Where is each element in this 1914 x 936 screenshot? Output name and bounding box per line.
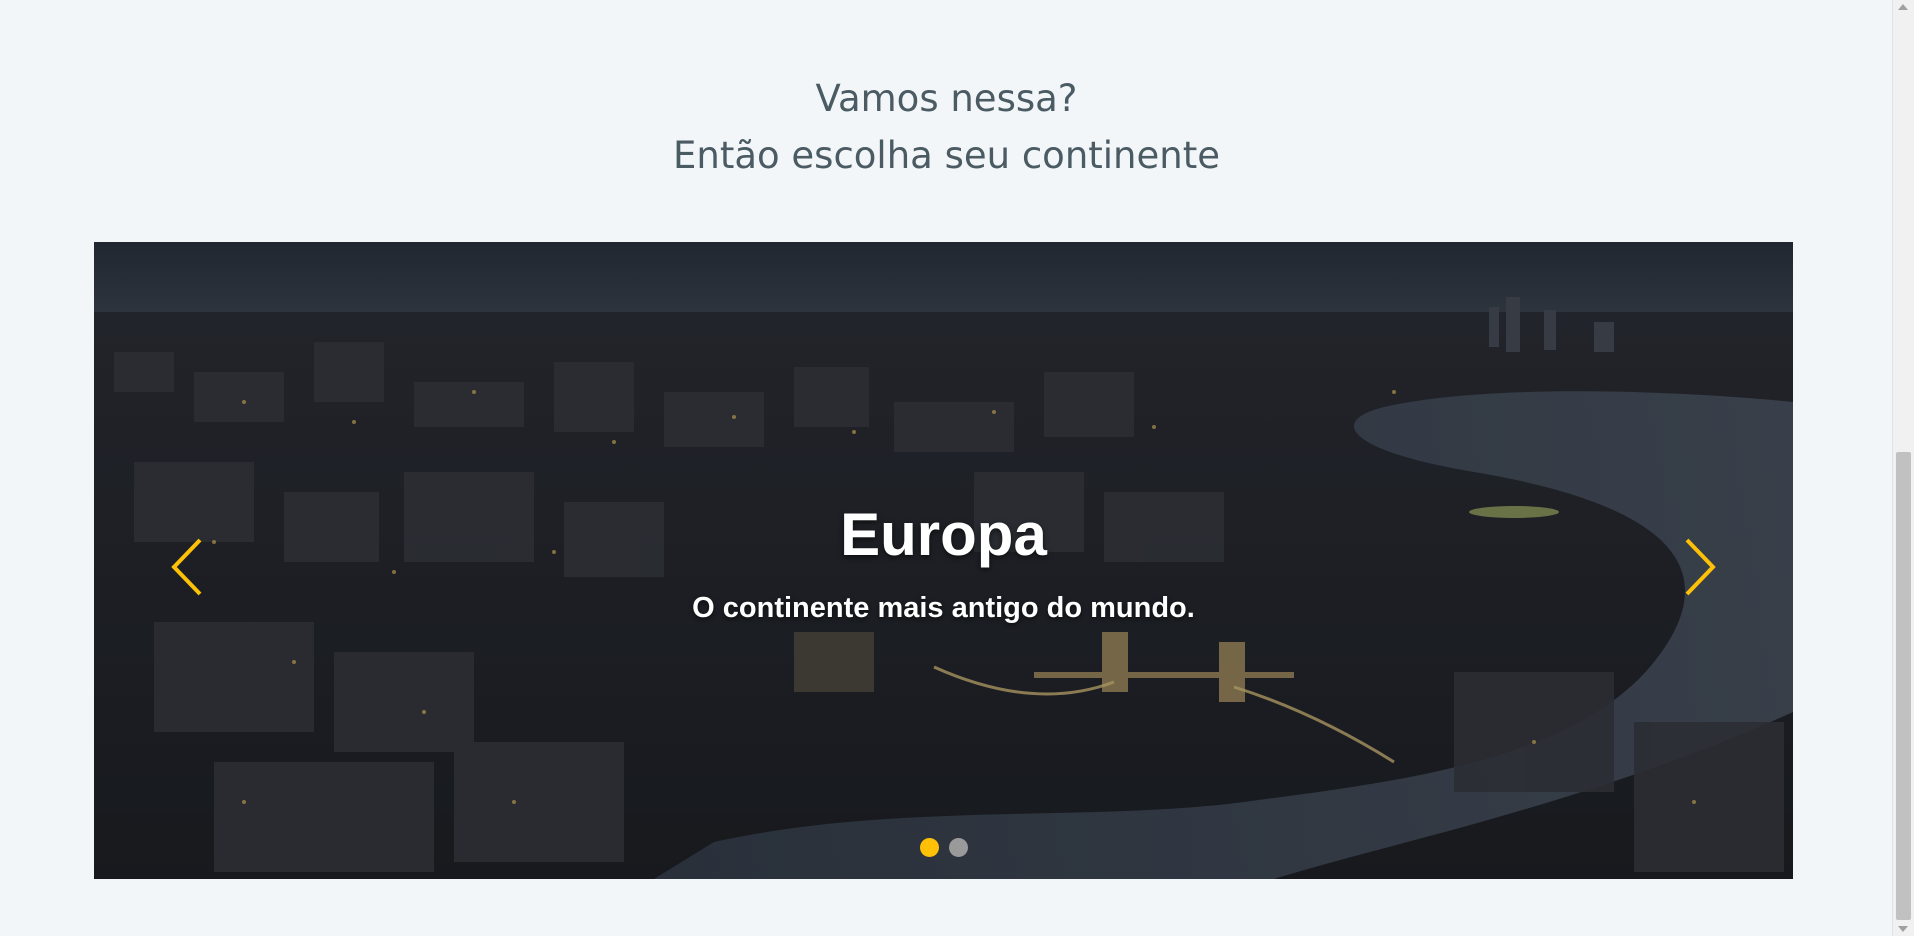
- carousel-next-button[interactable]: [1673, 532, 1723, 602]
- slide-title: Europa: [840, 501, 1047, 568]
- slide-subtitle: O continente mais antigo do mundo.: [692, 592, 1195, 624]
- carousel-indicators: [94, 838, 1793, 857]
- scroll-up-icon[interactable]: [1898, 4, 1908, 10]
- page-scrollbar[interactable]: [1892, 0, 1914, 936]
- continent-carousel[interactable]: Europa O continente mais antigo do mundo…: [94, 242, 1793, 879]
- section-heading-line-2: Então escolha seu continente: [673, 134, 1220, 177]
- chevron-right-icon: [1685, 538, 1716, 596]
- scroll-down-icon[interactable]: [1898, 926, 1908, 932]
- chevron-left-icon: [171, 538, 202, 596]
- carousel-prev-button[interactable]: [164, 532, 214, 602]
- section-heading: Vamos nessa? Então escolha seu continent…: [0, 70, 1893, 184]
- carousel-indicator-2[interactable]: [948, 838, 968, 857]
- page: Vamos nessa? Então escolha seu continent…: [0, 0, 1914, 936]
- carousel-indicator-1[interactable]: [919, 838, 939, 857]
- section-heading-line-1: Vamos nessa?: [815, 77, 1078, 120]
- scrollbar-thumb[interactable]: [1896, 452, 1911, 920]
